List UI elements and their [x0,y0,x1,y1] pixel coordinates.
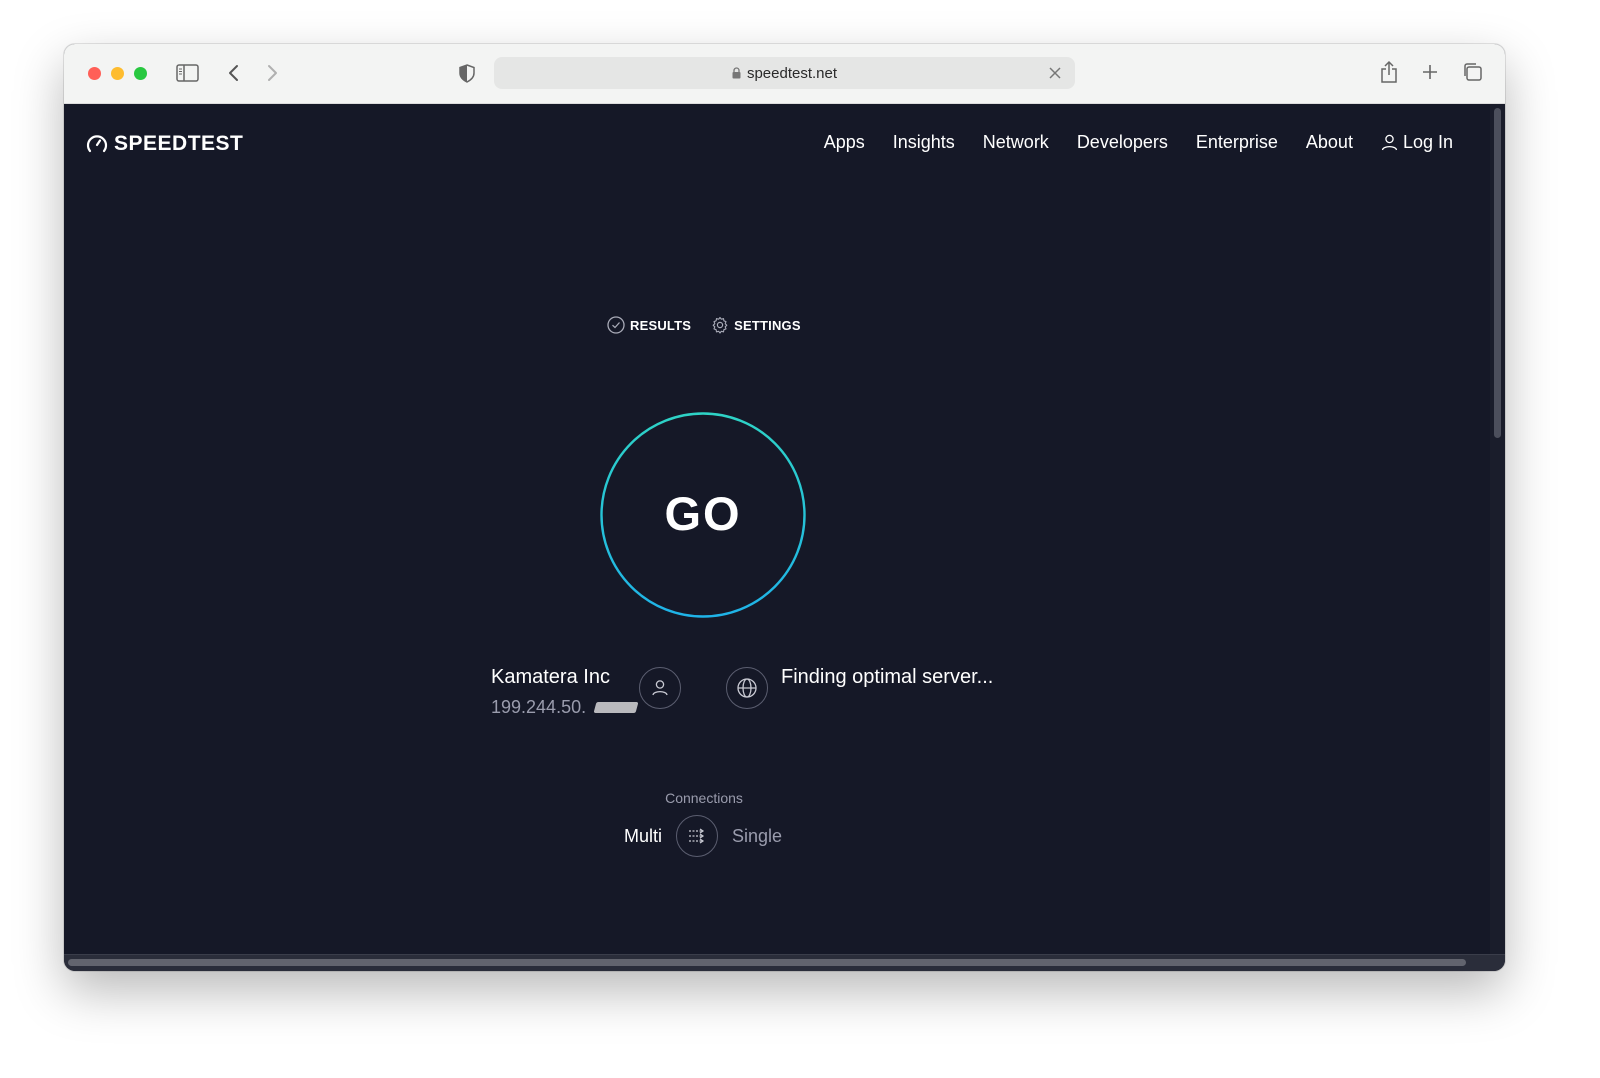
nav-developers[interactable]: Developers [1077,132,1168,153]
ip-redaction [593,702,639,713]
new-tab-icon[interactable] [1419,60,1441,84]
sidebar-icon[interactable] [174,61,200,85]
close-window-button[interactable] [88,67,101,80]
user-icon [1381,134,1398,151]
server-status: Finding optimal server... [781,666,994,688]
nav-insights[interactable]: Insights [893,132,955,153]
forward-icon[interactable] [262,61,284,85]
back-icon[interactable] [222,61,244,85]
connections-toggle-row: Multi Single [624,815,782,857]
speedtest-logo[interactable]: SPEEDTEST [86,132,243,156]
ip-address-text: 199.244.50. [491,697,587,717]
gear-icon [712,316,728,334]
lock-icon [732,66,741,83]
browser-window: speedtest.net SPEEDTEST Apps Insights Ne… [64,44,1505,971]
share-icon[interactable] [1377,58,1401,86]
change-server-button[interactable] [726,667,768,709]
tabs-overview-icon[interactable] [1460,60,1484,84]
connections-toggle[interactable] [676,815,719,857]
gauge-icon [86,135,108,153]
vertical-scrollbar-thumb[interactable] [1494,108,1501,438]
nav-network[interactable]: Network [983,132,1049,153]
login-link[interactable]: Log In [1381,132,1453,153]
nav-about[interactable]: About [1306,132,1353,153]
browser-toolbar: speedtest.net [64,44,1505,104]
connections-label: Connections [665,790,743,806]
tab-settings[interactable]: SETTINGS [711,316,801,334]
check-circle-icon [607,316,625,334]
horizontal-scrollbar-thumb[interactable] [68,959,1466,966]
multi-arrows-icon [689,828,705,844]
connections-multi[interactable]: Multi [624,826,662,847]
main-nav: Apps Insights Network Developers Enterpr… [796,132,1453,153]
ip-address: 199.244.50. [491,697,639,718]
tab-results[interactable]: RESULTS [607,316,691,334]
tab-results-label: RESULTS [630,317,692,333]
zoom-window-button[interactable] [134,67,147,80]
change-provider-button[interactable] [639,667,681,709]
minimize-window-button[interactable] [111,67,124,80]
user-icon [652,680,668,696]
result-settings-tabs: RESULTS SETTINGS [607,316,821,334]
login-label: Log In [1402,132,1453,152]
vertical-scrollbar[interactable] [1490,104,1505,955]
speedtest-page: SPEEDTEST Apps Insights Network Develope… [64,104,1490,955]
close-icon[interactable] [1045,63,1065,83]
logo-text: SPEEDTEST [114,132,244,155]
connections-single[interactable]: Single [732,826,782,847]
horizontal-scrollbar[interactable] [64,954,1505,971]
nav-apps[interactable]: Apps [824,132,865,153]
isp-info: Kamatera Inc 199.244.50. [491,666,639,718]
url-text: speedtest.net [746,65,838,82]
go-label: GO [664,487,742,540]
go-button[interactable]: GO [600,412,806,618]
address-bar[interactable]: speedtest.net [494,57,1075,89]
globe-icon [737,678,757,698]
tab-settings-label: SETTINGS [734,317,801,333]
shield-icon[interactable] [456,61,478,85]
isp-name: Kamatera Inc [491,666,610,688]
nav-enterprise[interactable]: Enterprise [1196,132,1278,153]
